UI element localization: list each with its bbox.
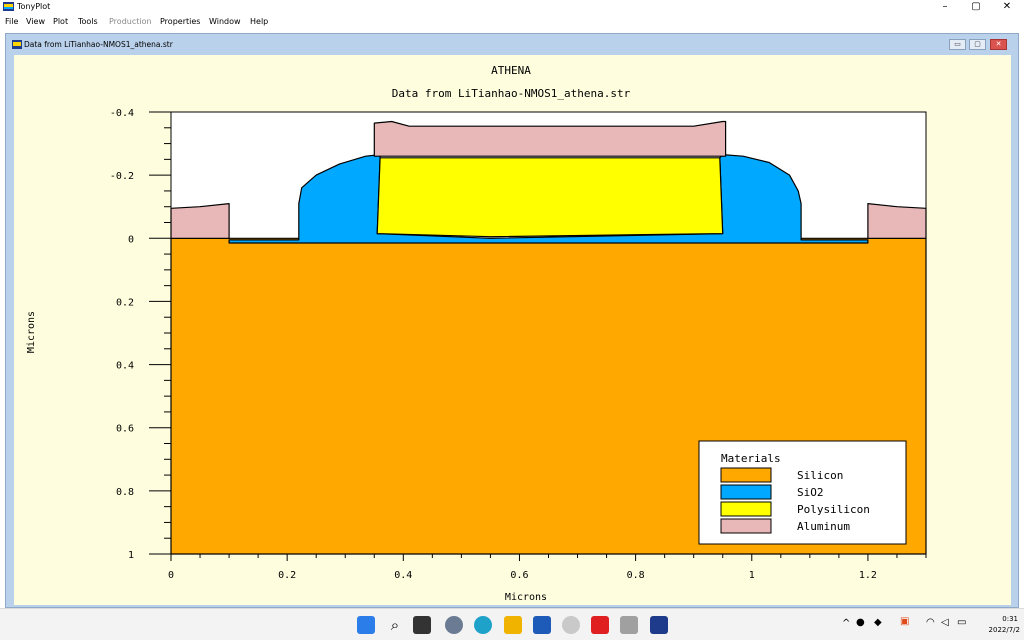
y-tick-label: 0 (128, 234, 134, 245)
edge-icon[interactable] (474, 616, 492, 634)
battery-icon[interactable]: ▭ (957, 617, 966, 628)
tray-app-icon[interactable]: ▣ (900, 616, 909, 627)
file-explorer-icon[interactable] (504, 616, 522, 634)
plot-window-icon (12, 40, 22, 49)
x-tick-label: 1 (749, 570, 755, 581)
tray-chevron-icon[interactable]: ^ (842, 618, 850, 629)
child-minimize-button[interactable]: ▭ (949, 39, 966, 50)
y-tick-label: -0.2 (110, 171, 134, 182)
app-icon-taskbar-2[interactable] (620, 616, 638, 634)
menu-plot[interactable]: Plot (53, 17, 68, 26)
x-tick-label: 0.4 (394, 570, 412, 581)
x-tick-label: 0.8 (627, 570, 645, 581)
child-close-button[interactable]: ✕ (990, 39, 1007, 50)
chart-title: ATHENA (491, 64, 531, 77)
tray-date[interactable]: 2022/7/2 (972, 626, 1020, 634)
app-icon (3, 2, 14, 11)
taskbar: ⌕ ^ ● ◆ ▣ ◠ ◁ ▭ 0:31 2022/7/2 (0, 608, 1024, 640)
region-polysilicon-2 (376, 157, 724, 238)
y-tick-label: 0.8 (116, 487, 134, 498)
plot-window: Data from LiTianhao-NMOS1_athena.str ▭ ▢… (5, 33, 1019, 608)
menu-properties[interactable]: Properties (160, 17, 200, 26)
task-view-icon[interactable] (413, 616, 431, 634)
legend-label-polysilicon: Polysilicon (797, 503, 870, 516)
tray-qq-icon[interactable]: ● (856, 617, 865, 628)
legend-swatch-silicon (720, 467, 772, 483)
menu-production[interactable]: Production (109, 17, 152, 26)
x-axis-label: Microns (505, 592, 547, 603)
plot-area: ATHENA Data from LiTianhao-NMOS1_athena.… (14, 55, 1011, 605)
search-icon[interactable]: ⌕ (386, 616, 404, 634)
tonyplot-taskbar-icon[interactable] (650, 616, 668, 634)
wifi-icon[interactable]: ◠ (926, 617, 935, 628)
x-tick-label: 1.2 (859, 570, 877, 581)
y-tick-label: -0.4 (110, 108, 134, 119)
app-icon-taskbar-1[interactable] (562, 616, 580, 634)
volume-icon[interactable]: ◁ (941, 617, 949, 628)
region-aluminum-5 (867, 203, 927, 239)
app-title: TonyPlot (17, 2, 51, 11)
legend: Materials Silicon SiO2 Polysilicon Alumi… (698, 440, 907, 545)
y-tick-label: 0.6 (116, 424, 134, 435)
legend-swatch-aluminum (720, 518, 772, 534)
x-tick-label: 0 (168, 570, 174, 581)
tray-shield-icon[interactable]: ◆ (874, 617, 882, 628)
legend-label-sio2: SiO2 (797, 486, 824, 499)
menu-view[interactable]: View (26, 17, 45, 26)
close-button[interactable]: ✕ (998, 1, 1016, 13)
menu-window[interactable]: Window (209, 17, 241, 26)
legend-swatch-polysilicon (720, 501, 772, 517)
legend-label-silicon: Silicon (797, 469, 843, 482)
y-tick-label: 1 (128, 550, 134, 561)
child-restore-button[interactable]: ▢ (969, 39, 986, 50)
plot-window-title: Data from LiTianhao-NMOS1_athena.str (24, 40, 173, 49)
region-aluminum-3 (373, 120, 727, 157)
menubar: File View Plot Tools Production Properti… (0, 15, 1024, 30)
maximize-button[interactable]: ▢ (967, 1, 985, 13)
tray-time[interactable]: 0:31 (990, 615, 1018, 623)
menu-help[interactable]: Help (250, 17, 268, 26)
y-tick-label: 0.4 (116, 361, 134, 372)
menu-file[interactable]: File (5, 17, 18, 26)
legend-label-aluminum: Aluminum (797, 520, 850, 533)
x-tick-label: 0.6 (510, 570, 528, 581)
menu-tools[interactable]: Tools (78, 17, 98, 26)
settings-icon[interactable] (445, 616, 463, 634)
start-icon[interactable] (357, 616, 375, 634)
legend-title: Materials (721, 452, 781, 465)
y-axis-label: Microns (26, 311, 37, 353)
legend-swatch-sio2 (720, 484, 772, 500)
chart-subtitle: Data from LiTianhao-NMOS1_athena.str (392, 87, 631, 100)
cross-section-chart: ATHENA Data from LiTianhao-NMOS1_athena.… (26, 64, 927, 603)
app-titlebar: TonyPlot – ▢ ✕ (0, 0, 1024, 15)
word-icon[interactable] (533, 616, 551, 634)
y-tick-label: 0.2 (116, 297, 134, 308)
wps-icon[interactable] (591, 616, 609, 634)
x-tick-label: 0.2 (278, 570, 296, 581)
region-aluminum-4 (170, 203, 230, 239)
plot-window-titlebar[interactable]: Data from LiTianhao-NMOS1_athena.str ▭ ▢… (6, 34, 1018, 54)
minimize-button[interactable]: – (936, 1, 954, 13)
